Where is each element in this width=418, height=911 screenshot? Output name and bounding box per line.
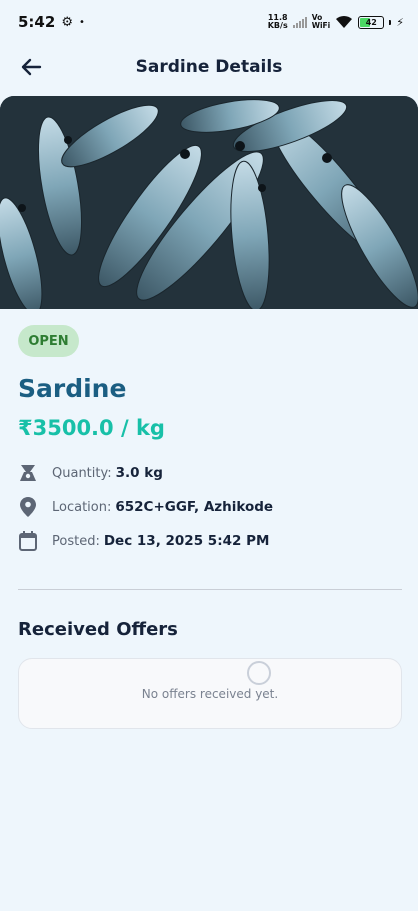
wifi-label: WiFi	[311, 21, 331, 30]
posted-label: Posted:	[52, 533, 100, 549]
scale-icon	[18, 463, 38, 483]
cell-signal-icon	[292, 16, 307, 28]
battery-icon: 42	[358, 15, 385, 29]
charging-bolt-icon: ⚡	[396, 15, 404, 29]
location-pin-icon	[18, 497, 38, 517]
app-bar: Sardine Details	[0, 44, 418, 90]
network-speed-unit: KB/s	[267, 21, 288, 30]
offers-empty-card: No offers received yet.	[18, 658, 402, 729]
status-bar: 5:42 ⚙ • 11.8 KB/s Vo WiFi 42 ⚡	[0, 0, 418, 44]
item-price: ₹3500.0 / kg	[18, 416, 165, 440]
battery-level: 42	[365, 17, 377, 27]
arrow-left-icon	[21, 58, 42, 76]
back-button[interactable]	[14, 52, 48, 82]
quantity-row: Quantity: 3.0 kg	[18, 461, 163, 485]
posted-value: Dec 13, 2025 5:42 PM	[103, 533, 270, 549]
battery-tip	[389, 19, 392, 25]
location-value: 652C+GGF, Azhikode	[115, 499, 274, 515]
offers-section-title: Received Offers	[18, 619, 178, 640]
quantity-label: Quantity:	[52, 465, 112, 481]
quantity-value: 3.0 kg	[115, 465, 163, 481]
divider	[18, 589, 402, 590]
location-label: Location:	[52, 499, 112, 515]
page-title: Sardine Details	[135, 57, 283, 77]
loading-spinner-icon	[247, 661, 271, 685]
notification-dot-icon: •	[78, 16, 85, 28]
location-row: Location: 652C+GGF, Azhikode	[18, 495, 273, 519]
offers-empty-message: No offers received yet.	[141, 687, 279, 701]
fish-photo	[0, 96, 418, 309]
calendar-icon	[18, 531, 38, 551]
network-speed: 11.8 KB/s	[268, 14, 288, 30]
status-badge: OPEN	[18, 325, 79, 357]
wifi-icon	[336, 15, 353, 28]
item-name: Sardine	[18, 374, 127, 403]
posted-row: Posted: Dec 13, 2025 5:42 PM	[18, 529, 269, 553]
status-time: 5:42	[18, 13, 56, 31]
settings-gear-icon: ⚙	[61, 14, 73, 30]
vowifi-icon: Vo WiFi	[312, 14, 331, 30]
